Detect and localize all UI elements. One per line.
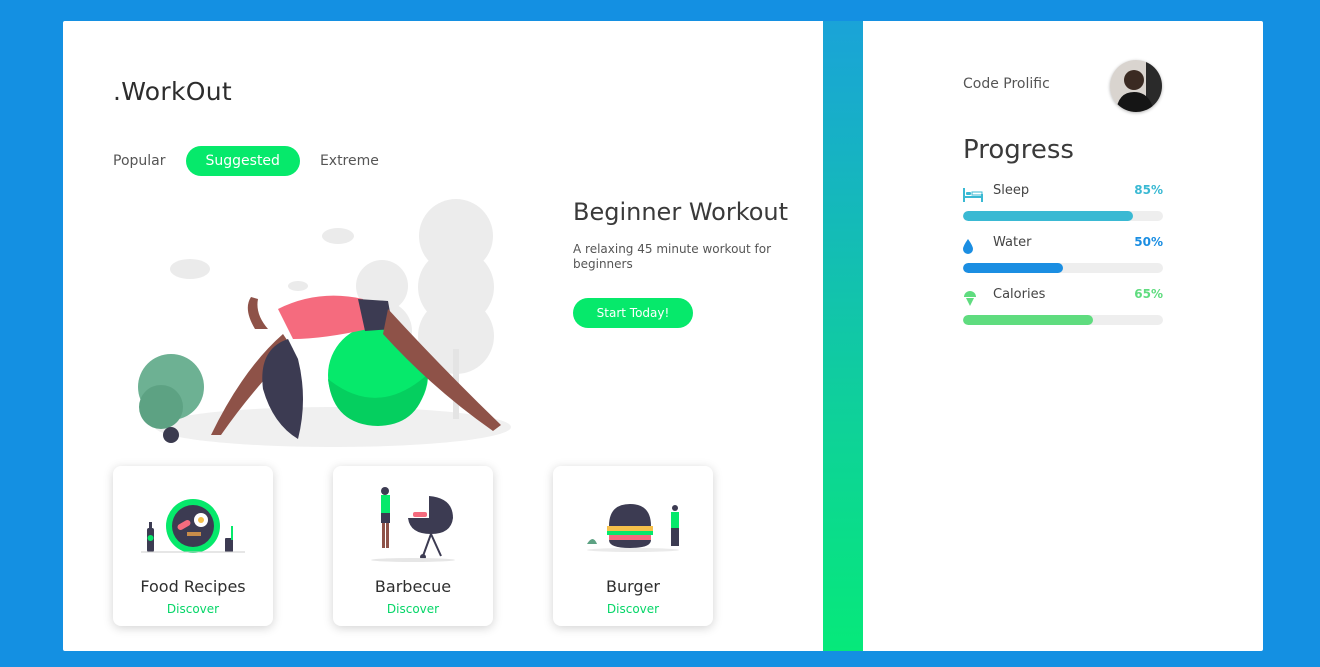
main-card: .WorkOut Popular Suggested Extreme Begin…: [63, 21, 1263, 651]
metric-sleep: Sleep 85%: [963, 183, 1163, 227]
progress-fill: [963, 315, 1093, 325]
avatar[interactable]: [1110, 60, 1162, 112]
barbecue-grill-icon: [371, 487, 455, 562]
progress-track: [963, 263, 1163, 273]
discover-link[interactable]: Discover: [113, 602, 273, 616]
recipe-name: Burger: [606, 577, 660, 596]
category-tabs: Popular Suggested Extreme: [113, 145, 399, 177]
metric-percent: 65%: [1134, 287, 1163, 301]
hero-title: Beginner Workout: [573, 198, 789, 226]
discover-link[interactable]: Discover: [333, 602, 493, 616]
metric-percent: 50%: [1134, 235, 1163, 249]
progress-fill: [963, 263, 1063, 273]
start-today-button[interactable]: Start Today!: [573, 298, 693, 328]
progress-fill: [963, 211, 1133, 221]
metric-water: Water 50%: [963, 235, 1163, 279]
progress-track: [963, 211, 1163, 221]
app-logo[interactable]: .WorkOut: [113, 77, 232, 106]
gradient-divider: [823, 21, 863, 651]
metric-calories: Calories 65%: [963, 287, 1163, 331]
water-drop-icon: [963, 239, 973, 254]
tab-suggested[interactable]: Suggested: [185, 146, 300, 176]
ice-cream-icon: [964, 291, 976, 306]
user-name[interactable]: Code Prolific: [963, 76, 1050, 92]
food-plate-icon: [141, 499, 245, 553]
hero-description: A relaxing 45 minute workout for beginne…: [573, 242, 772, 271]
tab-extreme[interactable]: Extreme: [300, 146, 399, 176]
workout-illustration: [138, 199, 511, 447]
recipe-name: Barbecue: [374, 577, 452, 596]
recipe-name: Food Recipes: [140, 577, 246, 596]
recipe-card-burger[interactable]: Burger Discover: [553, 466, 713, 626]
burger-icon: [587, 504, 679, 552]
discover-link[interactable]: Discover: [553, 602, 713, 616]
metric-label: Water: [993, 235, 1032, 250]
recipe-card-food[interactable]: Food Recipes Discover: [113, 466, 273, 626]
metric-percent: 85%: [1134, 183, 1163, 197]
profile-photo: [1110, 60, 1162, 112]
tab-popular[interactable]: Popular: [113, 146, 186, 176]
metric-label: Calories: [993, 287, 1046, 302]
metric-label: Sleep: [993, 183, 1030, 198]
recipe-card-barbecue[interactable]: Barbecue Discover: [333, 466, 493, 626]
progress-track: [963, 315, 1163, 325]
bed-icon: [963, 188, 983, 202]
progress-title: Progress: [963, 135, 1074, 165]
